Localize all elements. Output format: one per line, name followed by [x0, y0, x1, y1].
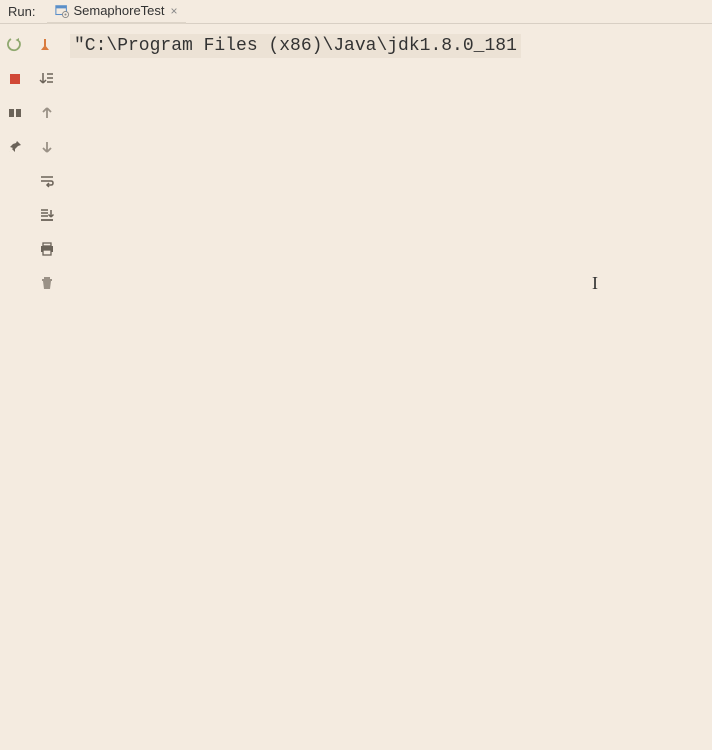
- application-icon: [55, 4, 69, 18]
- run-header: Run: SemaphoreTest ×: [0, 0, 712, 24]
- trash-button[interactable]: [36, 272, 58, 294]
- layout-button[interactable]: [4, 102, 26, 124]
- stop-button[interactable]: [4, 68, 26, 90]
- run-label: Run:: [0, 4, 43, 19]
- rerun-button[interactable]: [4, 34, 26, 56]
- print-button[interactable]: [36, 238, 58, 260]
- text-cursor-icon: I: [592, 273, 598, 294]
- main-area: "C:\Program Files (x86)\Java\jdk1.8.0_18…: [0, 24, 712, 750]
- close-icon[interactable]: ×: [171, 4, 178, 18]
- console-line: "C:\Program Files (x86)\Java\jdk1.8.0_18…: [70, 34, 521, 58]
- up-arrow-button[interactable]: [36, 102, 58, 124]
- track-button[interactable]: [36, 68, 58, 90]
- exit-button[interactable]: [36, 34, 58, 56]
- pin-button[interactable]: [4, 136, 26, 158]
- down-arrow-button[interactable]: [36, 136, 58, 158]
- run-tab[interactable]: SemaphoreTest ×: [47, 0, 185, 24]
- scroll-to-end-button[interactable]: [36, 204, 58, 226]
- soft-wrap-button[interactable]: [36, 170, 58, 192]
- toolbar-left-2: [30, 24, 64, 750]
- console-output[interactable]: "C:\Program Files (x86)\Java\jdk1.8.0_18…: [64, 24, 712, 750]
- toolbar-left-1: [0, 24, 30, 750]
- tab-label: SemaphoreTest: [73, 3, 164, 18]
